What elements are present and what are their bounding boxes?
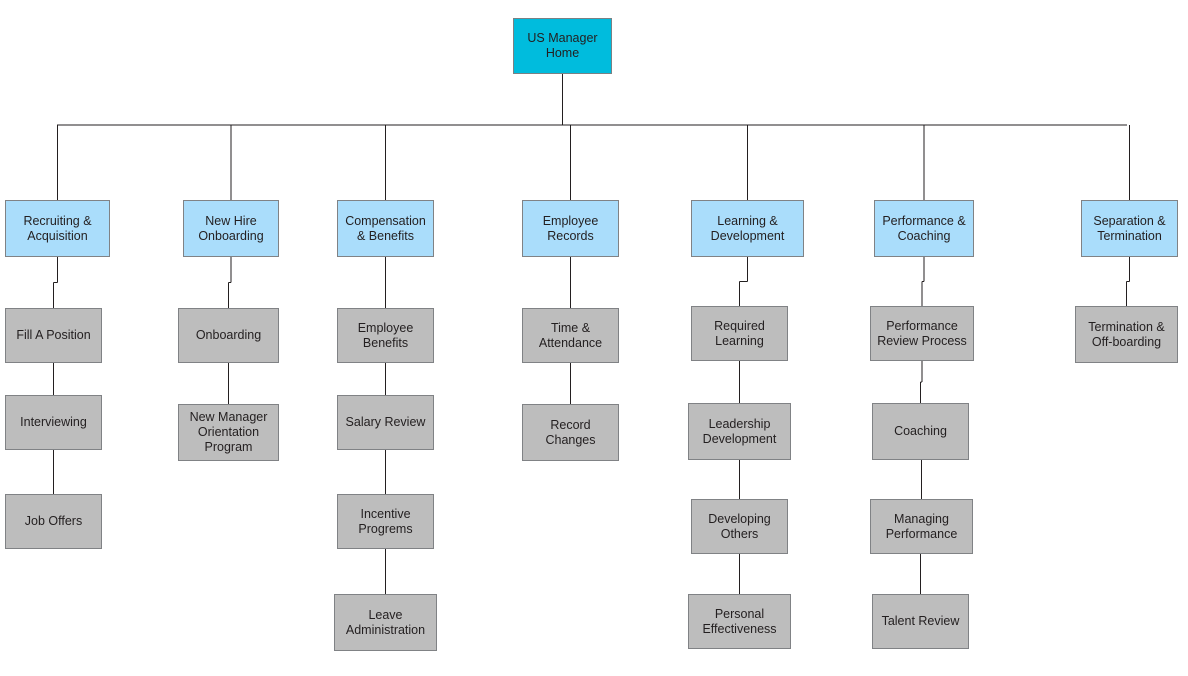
node-leaf-termination-off-boarding[interactable]: Termination & Off-boarding: [1075, 306, 1178, 363]
node-leaf-talent-review[interactable]: Talent Review: [872, 594, 969, 649]
node-branch-compensation-benefits[interactable]: Compensation & Benefits: [337, 200, 434, 257]
org-chart-canvas: US Manager Home Recruiting & Acquisition F…: [0, 0, 1188, 676]
node-leaf-employee-benefits[interactable]: Employee Benefits: [337, 308, 434, 363]
node-leaf-incentive-progrems[interactable]: Incentive Progrems: [337, 494, 434, 549]
node-leaf-job-offers[interactable]: Job Offers: [5, 494, 102, 549]
node-leaf-fill-a-position[interactable]: Fill A Position: [5, 308, 102, 363]
node-leaf-performance-review-process[interactable]: Performance Review Process: [870, 306, 974, 361]
node-leaf-new-manager-orientation-program[interactable]: New Manager Orientation Program: [178, 404, 279, 461]
node-leaf-leave-administration[interactable]: Leave Administration: [334, 594, 437, 651]
node-leaf-developing-others[interactable]: Developing Others: [691, 499, 788, 554]
node-leaf-leadership-development[interactable]: Leadership Development: [688, 403, 791, 460]
node-branch-employee-records[interactable]: Employee Records: [522, 200, 619, 257]
node-branch-performance-coaching[interactable]: Performance & Coaching: [874, 200, 974, 257]
node-leaf-coaching[interactable]: Coaching: [872, 403, 969, 460]
node-branch-learning-development[interactable]: Learning & Development: [691, 200, 804, 257]
node-leaf-onboarding[interactable]: Onboarding: [178, 308, 279, 363]
node-leaf-salary-review[interactable]: Salary Review: [337, 395, 434, 450]
node-branch-separation-termination[interactable]: Separation & Termination: [1081, 200, 1178, 257]
node-leaf-record-changes[interactable]: Record Changes: [522, 404, 619, 461]
node-leaf-personal-effectiveness[interactable]: Personal Effectiveness: [688, 594, 791, 649]
node-branch-recruiting-acquisition[interactable]: Recruiting & Acquisition: [5, 200, 110, 257]
node-branch-new-hire-onboarding[interactable]: New Hire Onboarding: [183, 200, 279, 257]
node-leaf-interviewing[interactable]: Interviewing: [5, 395, 102, 450]
node-leaf-time-attendance[interactable]: Time & Attendance: [522, 308, 619, 363]
node-root-us-manager-home[interactable]: US Manager Home: [513, 18, 612, 74]
node-leaf-required-learning[interactable]: Required Learning: [691, 306, 788, 361]
node-leaf-managing-performance[interactable]: Managing Performance: [870, 499, 973, 554]
